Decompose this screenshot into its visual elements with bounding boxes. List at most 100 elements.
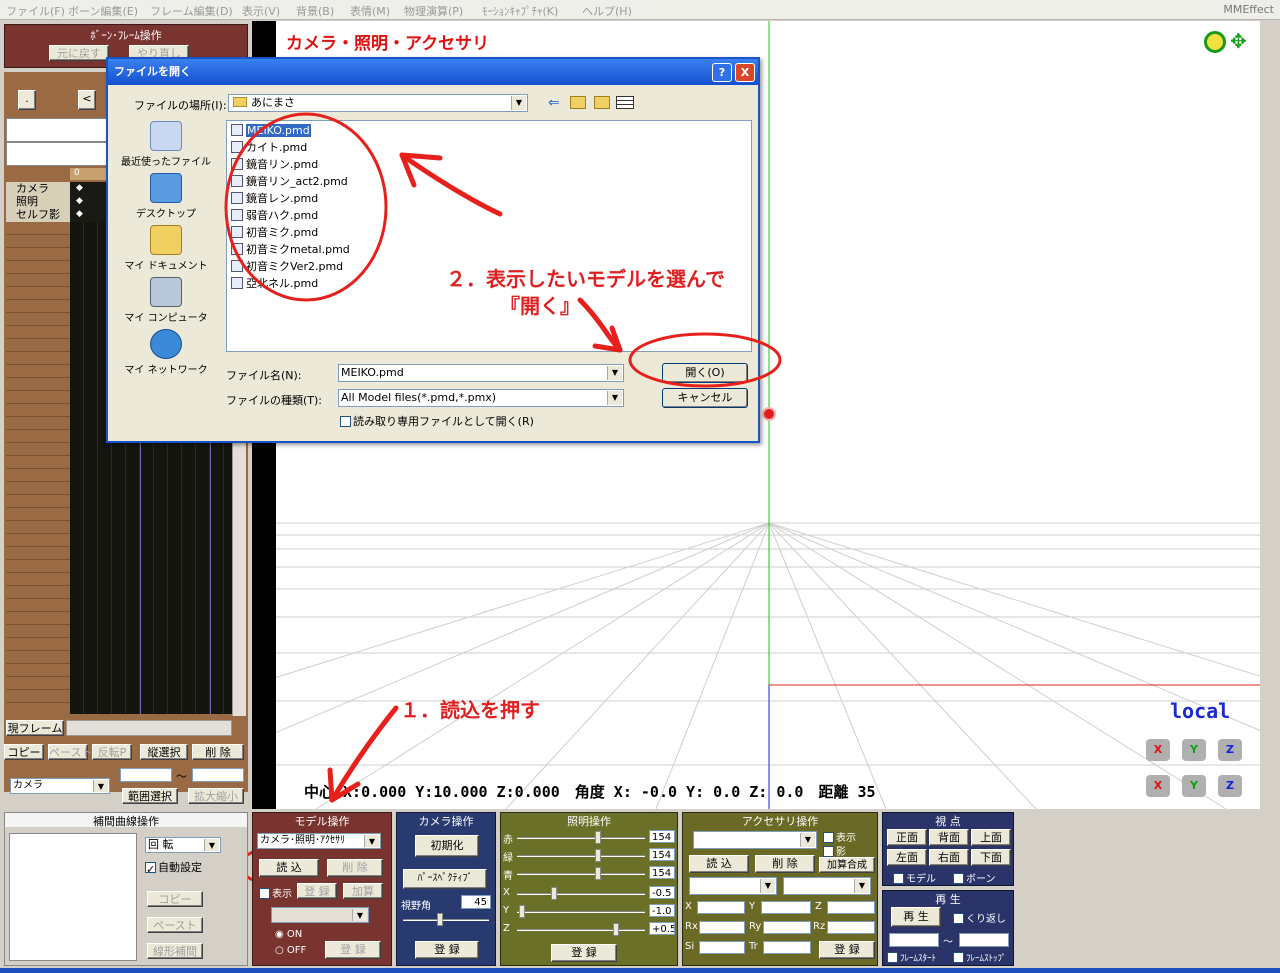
view-back-button[interactable]: 背面 [929,829,969,846]
menu-background[interactable]: 背景(B) [296,3,334,19]
linear-interp-button[interactable]: 線形補間 [147,943,203,959]
menu-help[interactable]: ヘルプ(H) [582,3,632,19]
file-item[interactable]: 弱音ハク.pmd [231,208,318,224]
menu-bone-edit[interactable]: ボーン編集(E) [68,3,138,19]
play-button[interactable]: 再 生 [891,907,941,927]
view-model-checkbox[interactable]: モデル [893,870,936,885]
green-slider-thumb[interactable] [595,849,601,862]
move-icon[interactable]: ✥ [1230,31,1247,51]
off-radio[interactable]: ○ OFF [275,945,306,956]
model-register-button[interactable]: 登 録 [325,941,381,959]
new-folder-icon[interactable] [594,96,610,109]
file-item[interactable]: MEIKO.pmd [231,123,311,139]
keyframe-diamond[interactable]: ◆ [76,209,83,219]
acc-delete-button[interactable]: 削 除 [755,855,815,873]
track-light[interactable]: 照明 [16,195,70,208]
up-folder-icon[interactable] [570,96,586,109]
place-recent[interactable]: 最近使ったファイル [118,121,214,168]
paste-frame-button[interactable]: ペースト [48,744,92,760]
readonly-checkbox[interactable]: 読み取り専用ファイルとして開く(R) [340,413,534,429]
view-bone-checkbox[interactable]: ボーン [953,870,996,885]
acc-shadow-check-box[interactable] [823,846,834,857]
keyframe-diamond[interactable]: ◆ [76,183,83,193]
red-value[interactable]: 154 [649,830,675,843]
light-z-value[interactable]: +0.5 [649,922,675,935]
frame-start-check-box[interactable] [887,952,898,963]
rotate-z-icon[interactable]: Z [1218,739,1242,761]
model-bone-select[interactable] [271,907,369,923]
place-desktop[interactable]: デスクトップ [118,173,214,220]
acc-bone-select[interactable] [689,877,777,895]
delete-model-button[interactable]: 削 除 [327,859,383,877]
place-documents[interactable]: マイ ドキュメント [118,225,214,272]
red-slider-thumb[interactable] [595,831,601,844]
green-value[interactable]: 154 [649,848,675,861]
dot-button[interactable]: . [18,90,36,110]
rotate-y-icon[interactable]: Y [1182,739,1206,761]
light-register-button[interactable]: 登 録 [551,944,617,962]
view-bone-check-box[interactable] [953,873,964,884]
acc-rx-input[interactable] [699,921,745,934]
acc-ry-input[interactable] [763,921,811,934]
prev-frame-button[interactable]: < [78,90,96,110]
place-computer[interactable]: マイ コンピュータ [118,277,214,324]
acc-shadow-checkbox[interactable]: 影 [823,843,846,858]
reverse-paste-button[interactable]: 反転P [92,744,132,760]
range-start-field[interactable] [120,768,172,782]
acc-si-input[interactable] [699,941,745,954]
play-start-input[interactable] [889,933,939,947]
perspective-button[interactable]: ﾊﾟｰｽﾍﾟｸﾃｨﾌﾞ [403,869,487,889]
menu-physics[interactable]: 物理演算(P) [404,3,463,19]
file-item[interactable]: 鏡音リン_act2.pmd [231,174,348,190]
on-radio[interactable]: ◉ ON [275,929,302,940]
interp-paste-button[interactable]: ペースト [147,917,203,933]
acc-sub-select[interactable] [783,877,871,895]
track-self-shadow[interactable]: セルフ影 [16,208,70,221]
play-end-input[interactable] [959,933,1009,947]
red-slider[interactable] [517,831,645,844]
fov-input[interactable]: 45 [461,895,491,909]
display-check-box[interactable] [259,888,270,899]
light-y-slider-thumb[interactable] [519,905,525,918]
interp-type-select[interactable]: 回 転 [145,837,221,853]
blue-slider[interactable] [517,867,645,880]
interp-curve-box[interactable] [9,833,137,961]
readonly-check-box[interactable] [340,416,351,427]
interp-copy-button[interactable]: コピー [147,891,203,907]
filename-input[interactable]: MEIKO.pmd [338,364,624,382]
view-left-button[interactable]: 左面 [887,849,927,866]
accessory-select[interactable] [693,831,817,849]
acc-rz-input[interactable] [827,921,875,934]
cancel-button[interactable]: キャンセル [662,388,748,408]
range-end-field[interactable] [192,768,244,782]
fov-slider[interactable] [403,913,489,926]
blue-value[interactable]: 154 [649,866,675,879]
camera-init-button[interactable]: 初期化 [415,835,479,857]
location-select[interactable]: あにまさ [228,94,528,112]
menu-view[interactable]: 表示(V) [242,3,280,19]
file-item[interactable]: 鏡音リン.pmd [231,157,318,173]
view-menu-icon[interactable] [616,96,634,109]
view-top-button[interactable]: 上面 [971,829,1011,846]
blue-slider-thumb[interactable] [595,867,601,880]
menu-motion-capture[interactable]: ﾓｰｼｮﾝｷｬﾌﾟﾁｬ(K) [482,3,558,19]
model-register-small-button[interactable]: 登 録 [297,883,337,899]
back-icon[interactable]: ⇐ [548,95,560,111]
acc-x-input[interactable] [697,901,745,914]
view-model-check-box[interactable] [893,873,904,884]
loop-check-box[interactable] [953,913,964,924]
place-network[interactable]: マイ ネットワーク [118,329,214,376]
green-slider[interactable] [517,849,645,862]
keyframe-diamond[interactable]: ◆ [76,196,83,206]
light-z-slider-thumb[interactable] [613,923,619,936]
range-select-button[interactable]: 範囲選択 [122,788,178,804]
rotate-x-icon[interactable]: X [1146,739,1170,761]
file-item[interactable]: 初音ミクmetal.pmd [231,242,350,258]
frame-stop-check-box[interactable] [953,952,964,963]
light-y-slider[interactable] [517,905,645,918]
copy-frame-button[interactable]: コピー [4,744,44,760]
acc-tr-input[interactable] [763,941,811,954]
current-frame-button[interactable]: 現フレーム [6,720,64,736]
light-y-value[interactable]: -1.0 [649,904,675,917]
acc-show-checkbox[interactable]: 表示 [823,829,856,844]
